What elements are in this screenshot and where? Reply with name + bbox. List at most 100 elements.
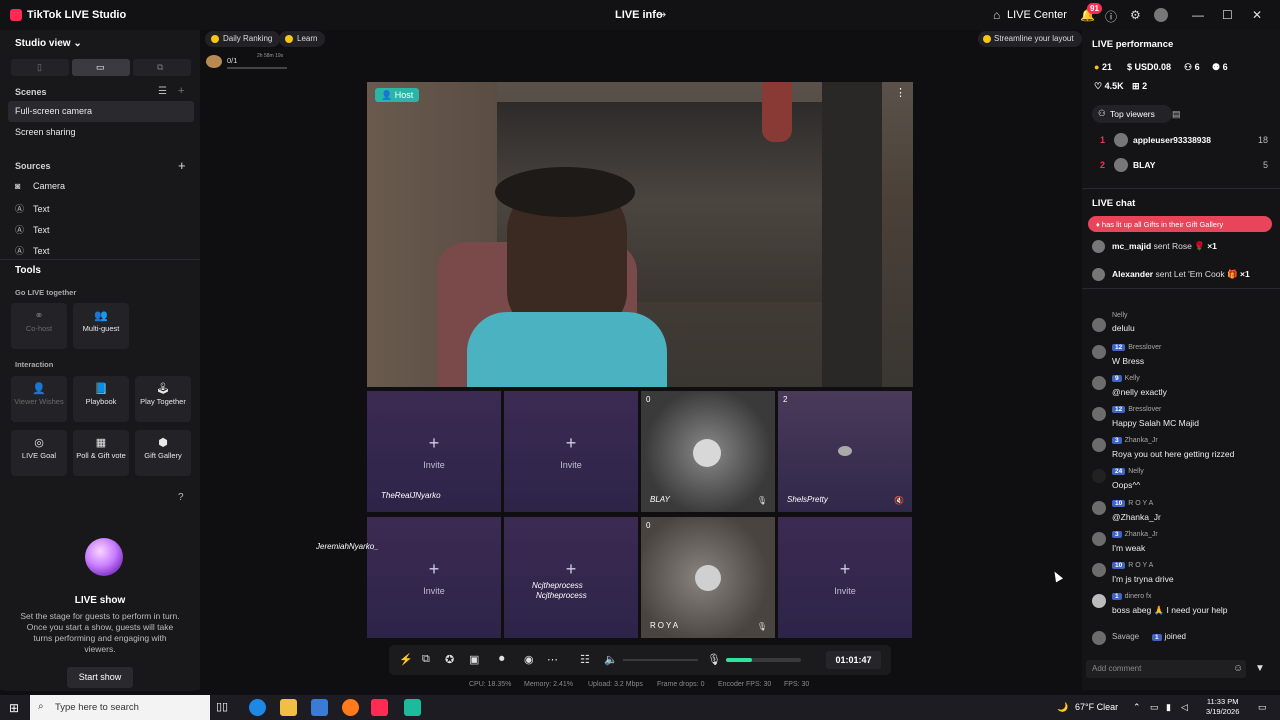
source-item-text[interactable]: Ⓐ Text bbox=[15, 202, 50, 215]
chat-text: I'm weak bbox=[1112, 543, 1146, 553]
microphone-icon[interactable]: 🎙 bbox=[707, 653, 721, 666]
volume-slider[interactable] bbox=[623, 659, 698, 661]
viewers-metric: ⚇ 6 bbox=[1184, 62, 1200, 73]
system-clock[interactable]: 11:33 PM 3/19/2026 bbox=[1206, 697, 1239, 717]
volume-icon[interactable]: ◁ bbox=[1181, 702, 1188, 713]
split-icon: ⧉ bbox=[157, 62, 164, 72]
minimize-icon[interactable]: — bbox=[1192, 8, 1204, 22]
list-icon[interactable]: ☰ bbox=[158, 86, 167, 97]
camera-switch-icon[interactable]: ◉ bbox=[524, 653, 534, 666]
mic-off-icon[interactable]: 🔇 bbox=[894, 496, 904, 505]
help-icon[interactable]: ⓘ bbox=[1105, 8, 1117, 25]
background-door bbox=[822, 82, 882, 387]
top-viewer-row[interactable]: 2 BLAY 5 bbox=[1092, 157, 1272, 175]
comment-input[interactable]: Add comment bbox=[1086, 660, 1246, 678]
top-viewers-tab[interactable]: ⚇ Top viewers bbox=[1092, 105, 1172, 123]
share-icon[interactable]: ↪ bbox=[657, 8, 666, 21]
streamline-layout-pill[interactable]: Streamline your layout bbox=[978, 31, 1082, 47]
guest-slot-4[interactable]: 2 ShelsPretty 🔇 bbox=[778, 391, 912, 512]
play-together-button[interactable]: 🕹 Play Together bbox=[135, 376, 191, 422]
avatar bbox=[1092, 240, 1105, 253]
live-chat-title: LIVE chat bbox=[1092, 198, 1136, 209]
mic-icon[interactable]: 🎙 bbox=[757, 496, 767, 505]
guest-slot-5[interactable]: + Invite bbox=[367, 517, 501, 638]
gifts-metric: ⊞ 2 bbox=[1132, 81, 1147, 92]
overlay-icon[interactable]: ⧉ bbox=[422, 653, 430, 666]
effects-icon[interactable]: ✪ bbox=[445, 653, 454, 666]
guest-slot-1[interactable]: + Invite TheRealJNyarko bbox=[367, 391, 501, 512]
add-scene-icon[interactable]: + bbox=[178, 85, 184, 97]
viewer-wishes-label: Viewer Wishes bbox=[14, 397, 64, 406]
learn-pill[interactable]: Learn bbox=[279, 31, 326, 47]
filter-icon[interactable]: ▼ bbox=[1255, 663, 1265, 674]
portrait-view-button[interactable]: ▯ bbox=[11, 59, 69, 76]
help-icon[interactable]: ? bbox=[178, 492, 184, 503]
guest-slot-6[interactable]: + Ncjtheprocess Ncjtheprocess bbox=[504, 517, 638, 638]
multiguest-button[interactable]: 👥 Multi-guest bbox=[73, 303, 129, 349]
speaker-icon[interactable]: 🔈 bbox=[604, 653, 618, 666]
mic-icon[interactable]: 🎙 bbox=[757, 622, 767, 631]
live-show-title: LIVE show bbox=[74, 595, 126, 606]
chat-header: 10 R O Y A bbox=[1112, 500, 1153, 507]
task-view-icon[interactable]: ▯▯ bbox=[216, 699, 233, 716]
emoji-icon[interactable]: ☺ bbox=[1233, 663, 1243, 674]
weather-text[interactable]: 67°F Clear bbox=[1075, 702, 1118, 712]
live-center-link[interactable]: LIVE Center bbox=[1007, 9, 1067, 21]
guest-slot-3[interactable]: 0 BLAY 🎙 bbox=[641, 391, 775, 512]
source-item-text[interactable]: Ⓐ Text bbox=[15, 223, 50, 236]
notification-center-icon[interactable]: ▭ bbox=[1258, 702, 1267, 713]
store-icon[interactable] bbox=[311, 699, 328, 716]
battery-icon[interactable]: ▮ bbox=[1166, 702, 1171, 713]
taskbar-search-input[interactable]: ⌕ Type here to search bbox=[30, 695, 210, 720]
daily-ranking-pill[interactable]: Daily Ranking bbox=[205, 31, 281, 47]
edge-icon[interactable] bbox=[249, 699, 266, 716]
source-label: Camera bbox=[33, 181, 66, 191]
cohost-button[interactable]: ⚭ Co-host bbox=[11, 303, 67, 349]
scene-item-fullscreen-camera[interactable]: Full-screen camera bbox=[8, 101, 194, 122]
start-show-button[interactable]: Start show bbox=[67, 667, 133, 688]
windows-start-icon[interactable]: ⊞ bbox=[9, 701, 19, 715]
settings-sliders-icon[interactable]: ☷ bbox=[580, 653, 590, 666]
add-icon: + bbox=[565, 433, 577, 453]
source-item-camera[interactable]: ◙ Camera bbox=[15, 181, 65, 191]
more-options-icon[interactable]: ⋮ bbox=[895, 86, 906, 99]
scene-item-screen-sharing[interactable]: Screen sharing bbox=[8, 122, 194, 143]
chevron-up-icon[interactable]: ⌃ bbox=[1133, 702, 1141, 713]
viewer-count: 2 bbox=[783, 395, 788, 404]
live-goal-button[interactable]: ◎ LIVE Goal bbox=[11, 430, 67, 476]
list-icon[interactable]: ▤ bbox=[1172, 109, 1181, 120]
guest-slot-8[interactable]: + Invite bbox=[778, 517, 912, 638]
close-icon[interactable]: ✕ bbox=[1252, 8, 1262, 22]
magic-wand-icon[interactable]: ⚡ bbox=[399, 653, 413, 666]
tiktok-live-studio-icon[interactable] bbox=[371, 699, 388, 716]
viewer-wishes-button[interactable]: 👤 Viewer Wishes bbox=[11, 376, 67, 422]
app-icon[interactable] bbox=[404, 699, 421, 716]
playbook-button[interactable]: 📘 Playbook bbox=[73, 376, 129, 422]
maximize-icon[interactable]: ☐ bbox=[1222, 8, 1233, 22]
multiguest-label: Multi-guest bbox=[82, 324, 120, 333]
usd-metric: $ USD0.08 bbox=[1127, 62, 1171, 72]
guest-slot-2[interactable]: + Invite bbox=[504, 391, 638, 512]
landscape-view-button[interactable]: ▭ bbox=[72, 59, 130, 76]
source-item-text[interactable]: Ⓐ Text bbox=[15, 244, 50, 257]
network-icon[interactable]: ▭ bbox=[1150, 702, 1159, 713]
gift-multiplier: ×1 bbox=[1240, 269, 1250, 279]
poll-gift-vote-button[interactable]: ▦ Poll & Gift vote bbox=[73, 430, 129, 476]
level-badge: 10 bbox=[1112, 500, 1126, 507]
level-badge: 12 bbox=[1112, 406, 1126, 413]
record-icon[interactable]: ⏺ bbox=[499, 653, 505, 666]
layout-icon[interactable]: ▣ bbox=[469, 653, 479, 666]
add-source-icon[interactable]: + bbox=[178, 158, 186, 173]
gift-gallery-button[interactable]: ⬢ Gift Gallery bbox=[135, 430, 191, 476]
gear-icon[interactable]: ⚙ bbox=[1130, 8, 1141, 22]
top-viewer-row[interactable]: 1 appleuser93338938 18 bbox=[1092, 132, 1272, 150]
split-view-button[interactable]: ⧉ bbox=[133, 59, 191, 76]
avatar[interactable] bbox=[1154, 8, 1168, 22]
gift-icon: ⊞ bbox=[1132, 81, 1140, 91]
firefox-icon[interactable] bbox=[342, 699, 359, 716]
more-icon[interactable]: ⋯ bbox=[547, 653, 558, 666]
guest-slot-7[interactable]: 0 ROYA 🎙 bbox=[641, 517, 775, 638]
live-info-title[interactable]: LIVE info bbox=[615, 9, 663, 21]
studio-view-dropdown[interactable]: Studio view ⌄ bbox=[15, 38, 82, 49]
file-explorer-icon[interactable] bbox=[280, 699, 297, 716]
